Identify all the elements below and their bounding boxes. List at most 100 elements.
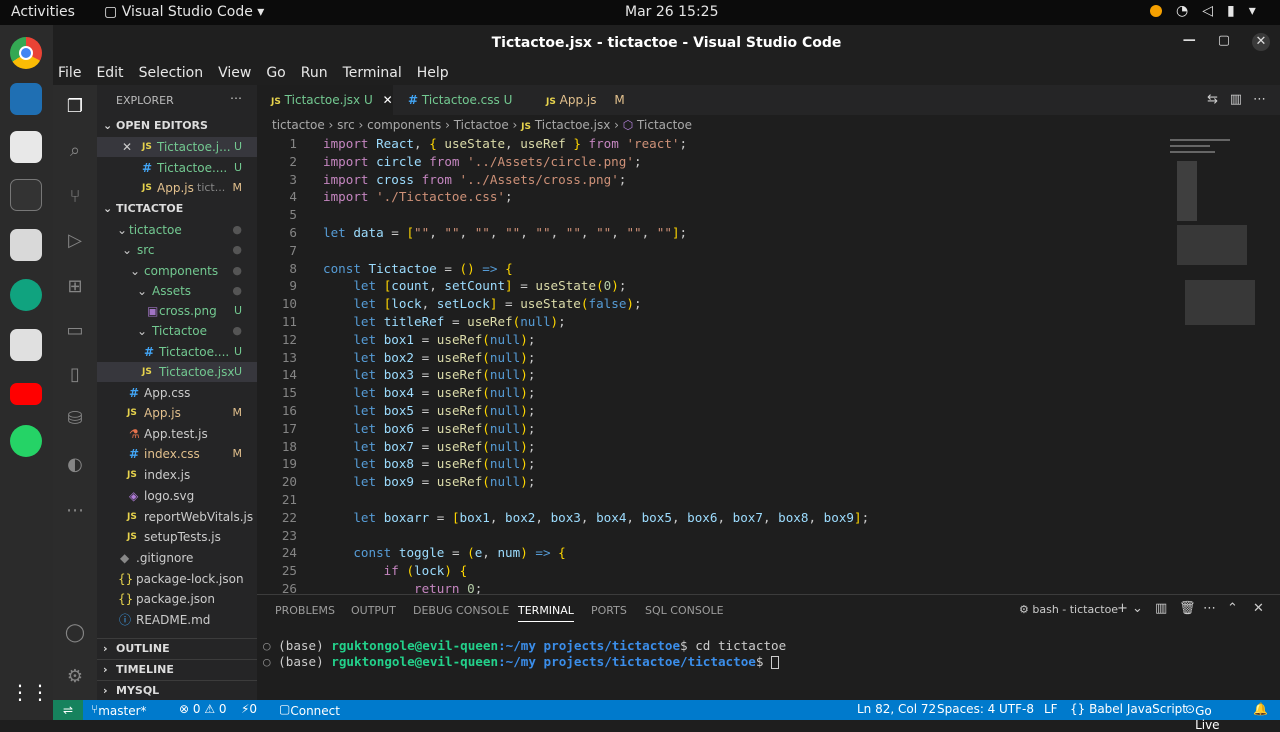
tree-item-file[interactable]: JS setupTests.js <box>97 527 257 547</box>
timeline-section[interactable]: › TIMELINE <box>97 659 257 679</box>
tree-item-file[interactable]: JS App.js M <box>97 403 257 423</box>
vscode-icon[interactable] <box>10 83 42 115</box>
youtube-icon[interactable] <box>10 383 42 405</box>
code-line[interactable]: return 0; <box>323 581 482 594</box>
tab-terminal[interactable]: TERMINAL <box>518 604 574 622</box>
breadcrumb-item[interactable]: Tictactoe <box>454 118 509 132</box>
connect-button[interactable]: ▢ Connect <box>279 702 340 718</box>
eol[interactable]: LF <box>1044 702 1058 716</box>
breadcrumb-item[interactable]: Tictactoe <box>637 118 692 132</box>
menu-selection[interactable]: Selection <box>139 65 204 81</box>
mysql-section[interactable]: › MYSQL <box>97 680 257 700</box>
more-icon[interactable]: ⋯ <box>63 499 87 523</box>
code-line[interactable]: let box4 = useRef(null); <box>323 385 535 400</box>
tree-item-folder[interactable]: ⌄ tictactoe ● <box>97 220 257 240</box>
remote-explorer-icon[interactable]: ▭ <box>63 319 87 343</box>
document-viewer-icon[interactable] <box>10 329 42 361</box>
tree-item-file[interactable]: # index.css M <box>97 444 257 464</box>
code-line[interactable]: import './Tictactoe.css'; <box>323 189 513 204</box>
breadcrumb-item[interactable]: tictactoe <box>272 118 325 132</box>
code-line[interactable]: let box6 = useRef(null); <box>323 421 535 436</box>
testing-icon[interactable]: ▯ <box>63 363 87 387</box>
code-line[interactable]: let [count, setCount] = useState(0); <box>323 278 626 293</box>
code-line[interactable]: let [lock, setLock] = useState(false); <box>323 296 641 311</box>
minimize-icon[interactable]: — <box>1183 33 1196 51</box>
more-actions-icon[interactable]: ⋯ <box>230 91 242 105</box>
tree-item-file[interactable]: ⓘ README.md <box>97 610 257 630</box>
menu-help[interactable]: Help <box>417 65 449 81</box>
tree-item-file[interactable]: # Tictactoe.... U <box>97 342 257 362</box>
edge-icon[interactable]: ◐ <box>63 453 87 477</box>
menu-file[interactable]: File <box>58 65 81 81</box>
close-panel-icon[interactable]: ✕ <box>1253 601 1264 616</box>
open-editor-item[interactable]: ✕ JS Tictactoe.j... U <box>97 137 257 157</box>
code-line[interactable]: let box7 = useRef(null); <box>323 439 535 454</box>
terminal-line[interactable]: ○ (base) rguktongole@evil-queen:~/my pro… <box>263 638 786 653</box>
notifications-icon[interactable]: 🔔 <box>1253 702 1268 716</box>
open-editor-item[interactable]: # Tictactoe.... U <box>97 158 257 178</box>
menu-edit[interactable]: Edit <box>96 65 123 81</box>
maximize-icon[interactable]: ▢ <box>1218 33 1230 51</box>
breadcrumb-item[interactable]: src <box>337 118 355 132</box>
remote-icon[interactable]: ⇌ <box>53 700 83 720</box>
split-terminal-icon[interactable]: ▥ <box>1155 601 1167 616</box>
code-line[interactable]: let box1 = useRef(null); <box>323 332 535 347</box>
source-control-icon[interactable]: ⑂ <box>63 185 87 209</box>
tab-debug-console[interactable]: DEBUG CONSOLE <box>413 604 509 617</box>
minimap[interactable] <box>1165 135 1265 335</box>
tree-item-file[interactable]: # App.css <box>97 383 257 403</box>
terminal-line[interactable]: ○ (base) rguktongole@evil-queen:~/my pro… <box>263 654 780 669</box>
compare-icon[interactable]: ⇆ <box>1207 92 1218 107</box>
terminal-selector[interactable]: ⚙ bash - tictactoe <box>1019 603 1118 616</box>
open-editors-header[interactable]: ⌄ OPEN EDITORS <box>97 116 257 136</box>
database-icon[interactable]: ⛁ <box>63 407 87 431</box>
tab-app-js[interactable]: JS App.js M <box>532 85 642 115</box>
activities-button[interactable]: Activities <box>11 4 75 20</box>
chatgpt-icon[interactable] <box>10 279 42 311</box>
split-editor-icon[interactable]: ▥ <box>1230 92 1242 107</box>
breadcrumb-item[interactable]: Tictactoe.jsx <box>535 118 610 132</box>
tab-ports[interactable]: PORTS <box>591 604 627 617</box>
gear-icon[interactable]: ⚙ <box>63 665 87 689</box>
code-line[interactable]: let box3 = useRef(null); <box>323 367 535 382</box>
code-line[interactable]: let box9 = useRef(null); <box>323 474 535 489</box>
code-line[interactable]: const toggle = (e, num) => { <box>323 545 565 560</box>
tree-item-file[interactable]: ◈ logo.svg <box>97 486 257 506</box>
code-line[interactable]: import React, { useState, useRef } from … <box>323 136 687 151</box>
go-live-button[interactable]: ⊙ Go Live <box>1185 702 1220 732</box>
breadcrumb-item[interactable]: components <box>367 118 441 132</box>
tab-tictactoe-jsx[interactable]: JS Tictactoe.jsx U ✕ <box>257 85 393 115</box>
code-line[interactable]: let box5 = useRef(null); <box>323 403 535 418</box>
ports-indicator[interactable]: ⚡0 <box>241 702 257 716</box>
clock[interactable]: Mar 26 15:25 <box>625 4 718 20</box>
explorer-icon[interactable]: ❐ <box>63 95 87 119</box>
files-icon[interactable] <box>10 229 42 261</box>
tree-item-folder[interactable]: ⌄ Tictactoe ● <box>97 321 257 341</box>
window-title-bar[interactable]: Tictactoe.jsx - tictactoe - Visual Studi… <box>53 25 1280 61</box>
system-tray[interactable]: ◔ ◁ ▮ ▾ <box>1150 3 1256 19</box>
tree-item-file[interactable]: ⚗ App.test.js <box>97 424 257 444</box>
tab-output[interactable]: OUTPUT <box>351 604 396 617</box>
encoding[interactable]: UTF-8 <box>999 702 1034 716</box>
tree-item-folder[interactable]: ⌄ src ● <box>97 240 257 260</box>
search-icon[interactable]: ⌕ <box>63 139 87 163</box>
tab-sql-console[interactable]: SQL CONSOLE <box>645 604 724 617</box>
cursor-position[interactable]: Ln 82, Col 72 <box>857 702 936 716</box>
tree-item-file[interactable]: JS index.js <box>97 465 257 485</box>
tree-item-file[interactable]: JS reportWebVitals.js <box>97 507 257 527</box>
tree-item-file[interactable]: JS Tictactoe.jsx U <box>97 362 257 382</box>
more-actions-icon[interactable]: ⋯ <box>1253 92 1266 107</box>
open-editor-item[interactable]: JS App.js tict... M <box>97 178 257 198</box>
new-terminal-icon[interactable]: + ⌄ <box>1117 601 1143 616</box>
show-apps-icon[interactable]: ⋮⋮ <box>10 680 50 712</box>
indentation[interactable]: Spaces: 4 <box>937 702 995 716</box>
problems-indicator[interactable]: ⊗ 0 ⚠ 0 <box>179 702 227 716</box>
code-line[interactable]: if (lock) { <box>323 563 467 578</box>
menu-terminal[interactable]: Terminal <box>343 65 402 81</box>
tree-item-file[interactable]: ◆ .gitignore <box>97 548 257 568</box>
language-mode[interactable]: {} Babel JavaScript <box>1070 702 1187 716</box>
terminal-icon[interactable] <box>10 179 42 211</box>
app-menu[interactable]: ▢ Visual Studio Code ▾ <box>104 4 264 20</box>
branch-indicator[interactable]: ⑂ master* <box>91 702 147 718</box>
code-line[interactable]: let data = ["", "", "", "", "", "", "", … <box>323 225 687 240</box>
